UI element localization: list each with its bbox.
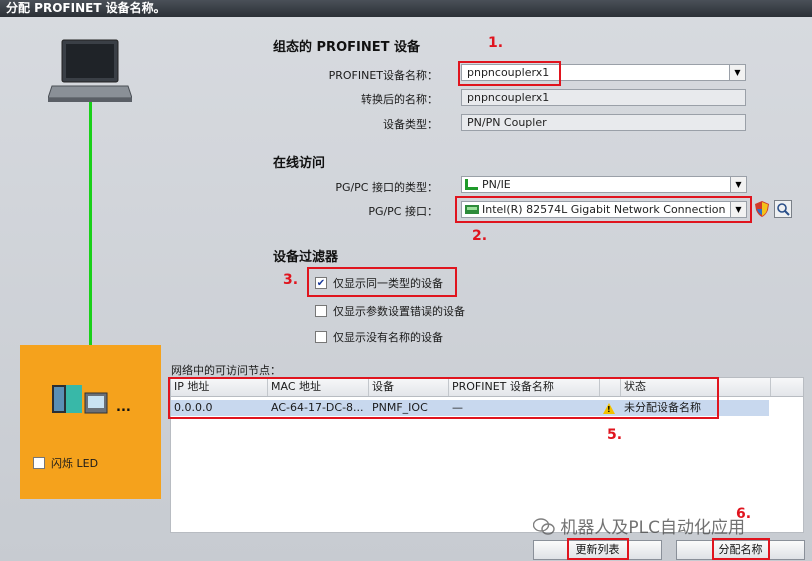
iface-type-combobox[interactable]: PN/IE ▼	[461, 176, 747, 193]
annotation-1: 1.	[488, 35, 504, 51]
filter-same-type-checkbox[interactable]: ✔	[315, 277, 327, 289]
flash-led-label: 闪烁 LED	[51, 457, 99, 470]
config-section-title: 组态的 PROFINET 设备	[273, 40, 420, 55]
window-title: 分配 PROFINET 设备名称。	[0, 0, 812, 17]
accessible-devices-button[interactable]	[774, 200, 792, 218]
filter-wrong-params-label: 仅显示参数设置错误的设备	[333, 305, 465, 318]
filter-section-title: 设备过滤器	[273, 250, 339, 265]
annotation-5: 5.	[607, 427, 623, 443]
highlight-box-1	[458, 61, 561, 86]
watermark-text: 机器人及PLC自动化应用	[560, 518, 745, 538]
highlight-box-6	[712, 538, 770, 560]
search-icon	[777, 203, 790, 216]
chevron-down-icon[interactable]: ▼	[729, 65, 745, 80]
laptop-icon	[48, 39, 132, 102]
iface-type-label: PG/PC 接口的类型：	[335, 181, 438, 194]
converted-name-label: 转换后的名称：	[361, 93, 438, 106]
annotation-6: 6.	[736, 506, 752, 522]
filter-wrong-params-checkbox[interactable]	[315, 305, 327, 317]
device-icon[interactable]	[52, 383, 122, 415]
chevron-down-icon[interactable]: ▼	[730, 177, 746, 192]
converted-name-field: pnpncouplerx1	[461, 89, 746, 106]
iface-type-value: PN/IE	[482, 178, 511, 191]
watermark: 机器人及PLC自动化应用	[532, 513, 745, 538]
shield-icon[interactable]	[755, 201, 769, 217]
device-type-label: 设备类型：	[383, 118, 438, 131]
device-more-indicator: ...	[116, 400, 131, 415]
device-type-field: PN/PN Coupler	[461, 114, 746, 131]
highlight-box-update	[567, 538, 629, 560]
network-icon	[465, 179, 478, 190]
filter-no-name-checkbox[interactable]	[315, 331, 327, 343]
device-panel[interactable]	[20, 345, 161, 499]
filter-same-type-label: 仅显示同一类型的设备	[333, 277, 443, 290]
iface-label: PG/PC 接口：	[368, 205, 438, 218]
annotation-3: 3.	[283, 272, 299, 288]
wechat-icon	[532, 518, 555, 535]
device-name-label: PROFINET设备名称：	[328, 69, 438, 82]
flash-led-checkbox[interactable]	[33, 457, 45, 469]
annotation-2: 2.	[472, 228, 488, 244]
filter-no-name-label: 仅显示没有名称的设备	[333, 331, 443, 344]
nodes-caption: 网络中的可访问节点：	[171, 364, 281, 377]
highlight-box-5	[168, 377, 719, 419]
highlight-box-2	[455, 196, 752, 223]
online-section-title: 在线访问	[273, 156, 326, 171]
